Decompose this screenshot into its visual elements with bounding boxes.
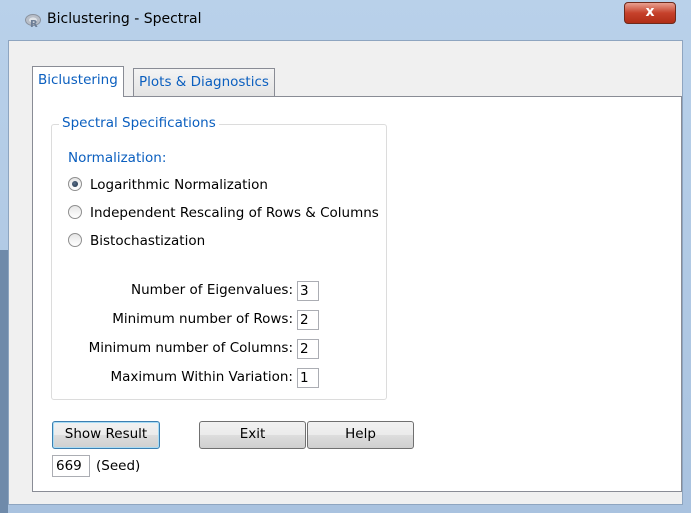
exit-button[interactable]: Exit [199,421,306,449]
window-title: Biclustering - Spectral [47,11,202,27]
radio-label: Logarithmic Normalization [90,177,268,193]
eigenvalues-label: Number of Eigenvalues: [131,282,293,298]
group-title: Spectral Specifications [59,115,219,131]
window: R Biclustering - Spectral x Biclustering… [0,0,691,513]
min-columns-input[interactable]: 2 [297,339,319,359]
seed-input[interactable]: 669 [52,455,90,477]
close-button[interactable]: x [624,2,676,24]
seed-label: (Seed) [96,458,141,474]
title-bar[interactable]: R Biclustering - Spectral x [0,0,691,40]
help-button[interactable]: Help [307,421,414,449]
radio-bistochastization[interactable]: Bistochastization [68,233,205,251]
radio-unchecked-icon[interactable] [68,233,82,247]
svg-text:R: R [30,19,38,28]
r-logo-icon: R [25,14,41,30]
background-window-edge [0,250,8,513]
tab-plots-diagnostics[interactable]: Plots & Diagnostics [133,68,275,96]
radio-independent-rescaling[interactable]: Independent Rescaling of Rows & Columns [68,205,379,223]
min-columns-label: Minimum number of Columns: [88,340,293,356]
max-within-variation-label: Maximum Within Variation: [110,369,293,385]
radio-logarithmic-normalization[interactable]: Logarithmic Normalization [68,177,268,195]
max-within-variation-input[interactable]: 1 [297,368,319,388]
tab-biclustering[interactable]: Biclustering [32,66,124,97]
show-result-button[interactable]: Show Result [52,421,160,449]
eigenvalues-input[interactable]: 3 [297,281,319,301]
min-rows-input[interactable]: 2 [297,310,319,330]
min-rows-label: Minimum number of Rows: [112,311,293,327]
radio-label: Bistochastization [90,233,206,249]
normalization-label: Normalization: [68,150,167,166]
radio-label: Independent Rescaling of Rows & Columns [90,205,379,221]
radio-unchecked-icon[interactable] [68,205,82,219]
close-icon: x [645,4,655,20]
radio-checked-icon[interactable] [68,177,82,191]
